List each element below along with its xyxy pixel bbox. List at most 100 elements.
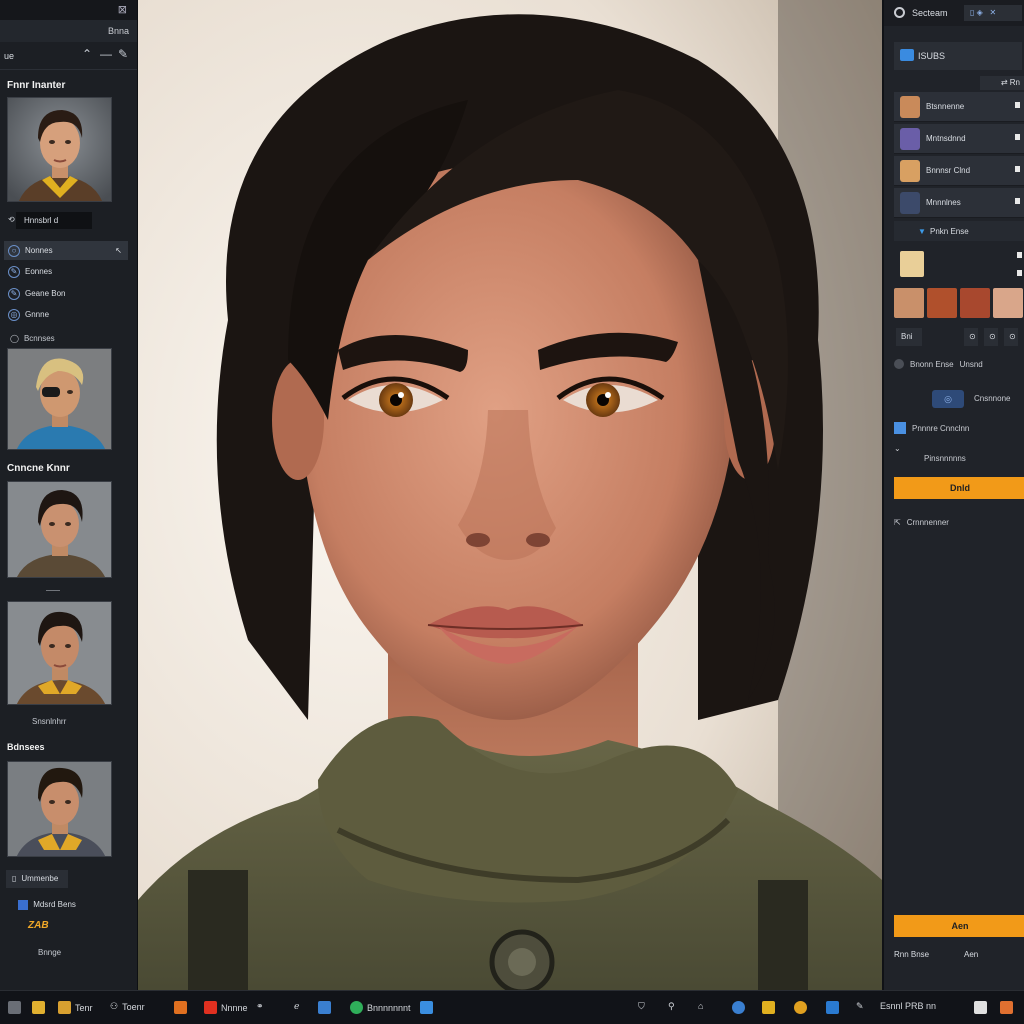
layer-label: Mnnnlnes — [926, 198, 961, 207]
radio-button[interactable] — [894, 359, 904, 369]
tray-icon-8[interactable]: ✎ — [856, 1001, 864, 1012]
menu-item-gnnne[interactable]: ◎ Gnnne — [4, 305, 128, 324]
tray-icon-1[interactable]: ⛉ — [638, 1001, 645, 1012]
right-panel: Secteam ▯ ◈ ✕ ISUBS ⇄ Rn Btsnnenne Mntns… — [882, 0, 1024, 990]
swatch-option-icon[interactable] — [1017, 252, 1022, 258]
minus-icon[interactable]: — — [100, 47, 112, 61]
character-portrait-1[interactable] — [7, 97, 112, 202]
character-portrait-3[interactable] — [7, 481, 112, 578]
taskbar-app-4[interactable]: ⚇ Toenr — [110, 1001, 145, 1012]
menu-item-nonnes[interactable]: ○ Nonnes ↖ — [4, 241, 128, 260]
secondary-action-button[interactable]: Aen — [894, 915, 1024, 937]
footer-left-label: Rnn Bnse — [894, 950, 930, 959]
visibility-icon[interactable] — [1015, 198, 1020, 204]
character-name-value: Hnnsbrl d — [24, 216, 59, 225]
menu-item-eonnes[interactable]: ✎ Eonnes — [4, 262, 128, 281]
tray-icon-10[interactable] — [1000, 1001, 1013, 1014]
left-toolbar: ue ⌃ — ✎ — [0, 42, 137, 70]
layer-row-1[interactable]: Btsnnenne — [894, 92, 1024, 122]
taskbar-item-label: Tenr — [75, 1002, 93, 1013]
tray-icon-3[interactable]: ⌂ — [698, 1001, 703, 1011]
toggle-chip-icon[interactable]: ◎ — [932, 390, 964, 408]
menu-item-geane-bon[interactable]: ✎ Geane Bon — [4, 284, 128, 303]
control-icon-3[interactable]: ⊙ — [1004, 328, 1018, 346]
visibility-icon[interactable] — [1015, 134, 1020, 140]
app-icon — [826, 1001, 839, 1014]
layer-label: Mntnsdnnd — [926, 134, 966, 143]
face-preset-thumb[interactable] — [993, 288, 1023, 318]
app-icon — [174, 1001, 187, 1014]
taskbar-app-11[interactable] — [420, 1001, 433, 1014]
tray-icon-4[interactable] — [732, 1001, 745, 1014]
face-preset-thumb[interactable] — [894, 288, 924, 318]
taskbar-app-7[interactable]: ⚭ — [256, 1001, 264, 1012]
character-portrait-5[interactable] — [7, 761, 112, 857]
portrait-caption: —— — [46, 587, 60, 594]
rendered-character-portrait — [138, 0, 882, 990]
left-header-label: Bnna — [107, 26, 129, 36]
taskbar-app-2[interactable] — [32, 1001, 45, 1014]
tray-icon-6[interactable] — [794, 1001, 807, 1014]
refresh-icon[interactable]: ⟲ — [8, 215, 15, 224]
app-icon — [350, 1001, 363, 1014]
footer-right-label: Aen — [964, 950, 979, 959]
control-button-a[interactable]: Bni — [896, 328, 922, 346]
expand-section-toggle[interactable]: ▼ Pnkn Ense — [894, 221, 1024, 241]
layer-row-3[interactable]: Bnnnsr Clnd — [894, 156, 1024, 186]
face-preset-thumb[interactable] — [927, 288, 957, 318]
primary-action-button[interactable]: Dnld — [894, 477, 1024, 499]
shield-icon: ⛉ — [638, 1001, 645, 1011]
tray-icon-5[interactable] — [762, 1001, 775, 1014]
sub-option-row[interactable]: ⌄ — [894, 444, 901, 453]
tray-icon-7[interactable] — [826, 1001, 839, 1014]
edit-icon[interactable]: ✎ — [118, 47, 128, 61]
taskbar-app-5[interactable] — [174, 1001, 187, 1014]
main-canvas-portrait[interactable] — [138, 0, 882, 990]
section-title-bdnsees: Bdnsees — [7, 742, 45, 752]
system-clock[interactable]: Esnnl PRB nn — [880, 1001, 936, 1011]
app-icon — [8, 1001, 21, 1014]
taskbar-app-6[interactable]: Nnnne — [204, 1001, 248, 1014]
taskbar-app-10[interactable]: Bnnnnnnnt — [350, 1001, 411, 1014]
left-action-button[interactable]: ▯ Ummenbe — [6, 870, 68, 888]
face-preset-thumbnails — [894, 288, 1024, 320]
tray-icon-2[interactable]: ⚲ — [668, 1001, 675, 1012]
layer-row-4[interactable]: Mnnnlnes — [894, 188, 1024, 218]
control-icon-2[interactable]: ⊙ — [984, 328, 998, 346]
app-icon — [420, 1001, 433, 1014]
taskbar-app-3[interactable]: Tenr — [58, 1001, 93, 1014]
portrait-caption-a: Snsnlnhrr — [32, 717, 67, 726]
material-swatch[interactable] — [900, 251, 924, 277]
character-name-field[interactable]: ⟲ Hnnsbrl d — [8, 212, 92, 229]
chevron-up-icon[interactable]: ⌃ — [82, 47, 92, 61]
taskbar-app-9[interactable] — [318, 1001, 331, 1014]
menu-item-label: Nonnes — [25, 246, 53, 255]
swatch-option-icon[interactable] — [1017, 270, 1022, 276]
checkbox[interactable] — [894, 422, 906, 434]
section-title-inanter: Fnnr Inanter — [7, 80, 66, 91]
target-icon — [894, 7, 905, 18]
tray-icon-9[interactable] — [974, 1001, 987, 1014]
left-titlebar: ⊠ — [0, 0, 137, 20]
notification-icon — [1000, 1001, 1013, 1014]
right-tab-strip[interactable]: ▯ ◈ ✕ — [964, 5, 1022, 21]
home-icon: ⌂ — [698, 1001, 704, 1011]
taskbar-app-8[interactable]: ℯ — [294, 1001, 299, 1012]
menu-item-label: Gnnne — [25, 310, 50, 319]
character-portrait-4[interactable] — [7, 601, 112, 705]
radio-option-row[interactable]: Bnonn Ense Unsnd — [894, 359, 983, 369]
visibility-icon[interactable] — [1015, 166, 1020, 172]
right-subheader-button[interactable]: ⇄ Rn — [980, 76, 1024, 90]
control-icon-1[interactable]: ⊙ — [964, 328, 978, 346]
layer-row-2[interactable]: Mntnsdnnd — [894, 124, 1024, 154]
export-row[interactable]: ⇱ Crnnnenner — [894, 518, 949, 527]
folder-icon — [32, 1001, 45, 1014]
layer-thumbnail — [900, 159, 920, 182]
face-preset-thumb[interactable] — [960, 288, 990, 318]
taskbar-app-1[interactable] — [8, 1001, 21, 1014]
collapse-icon[interactable]: ⊠ — [118, 3, 127, 16]
visibility-icon[interactable] — [1015, 102, 1020, 108]
character-portrait-2[interactable] — [7, 348, 112, 450]
layer-label: Btsnnenne — [926, 102, 965, 111]
checkbox-row[interactable]: Pnnnre Cnnclnn — [894, 422, 969, 434]
